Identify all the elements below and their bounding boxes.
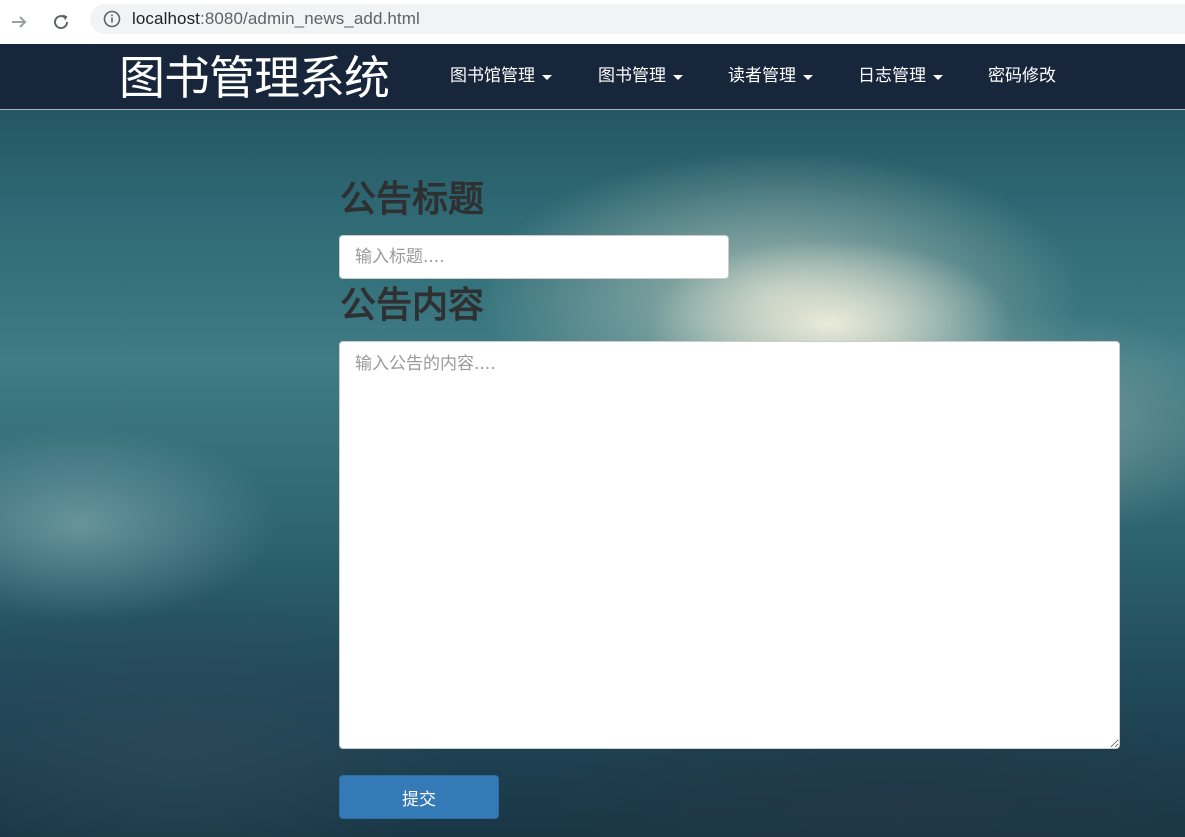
caret-down-icon — [542, 74, 552, 80]
nav-item-label: 日志管理 — [858, 66, 926, 86]
nav-item-change-password[interactable]: 密码修改 — [988, 64, 1056, 88]
caret-down-icon — [803, 74, 813, 80]
nav-item-library-management[interactable]: 图书馆管理 — [450, 64, 552, 88]
title-input[interactable] — [339, 235, 729, 279]
nav-item-label: 图书管理 — [598, 66, 666, 86]
browser-toolbar: localhost:8080/admin_news_add.html — [0, 0, 1185, 44]
navbar: 图书管理系统 图书馆管理 图书管理 读者管理 日志管理 密码修改 — [0, 44, 1185, 110]
caret-down-icon — [933, 74, 943, 80]
submit-button[interactable]: 提交 — [339, 775, 499, 819]
nav-item-book-management[interactable]: 图书管理 — [598, 64, 683, 88]
info-icon[interactable] — [103, 10, 121, 28]
forward-arrow-icon[interactable] — [4, 7, 34, 37]
nav-item-label: 读者管理 — [728, 66, 796, 86]
brand-title[interactable]: 图书管理系统 — [119, 50, 390, 106]
page-background: 图书管理系统 图书馆管理 图书管理 读者管理 日志管理 密码修改 公告标题 输入… — [0, 44, 1185, 837]
content-textarea[interactable] — [339, 341, 1120, 749]
nav-item-label: 图书馆管理 — [450, 66, 535, 86]
nav-item-log-management[interactable]: 日志管理 — [858, 64, 943, 88]
title-label: 公告标题 — [340, 179, 485, 220]
nav-item-label: 密码修改 — [988, 66, 1056, 86]
caret-down-icon — [673, 74, 683, 80]
url-host: localhost — [132, 9, 200, 28]
nav-item-reader-management[interactable]: 读者管理 — [728, 64, 813, 88]
reload-icon[interactable] — [46, 7, 76, 37]
url-path: :8080/admin_news_add.html — [200, 9, 420, 28]
content-label: 公告内容 — [340, 285, 485, 326]
url-text: localhost:8080/admin_news_add.html — [132, 9, 420, 29]
address-bar[interactable]: localhost:8080/admin_news_add.html — [90, 4, 1185, 34]
